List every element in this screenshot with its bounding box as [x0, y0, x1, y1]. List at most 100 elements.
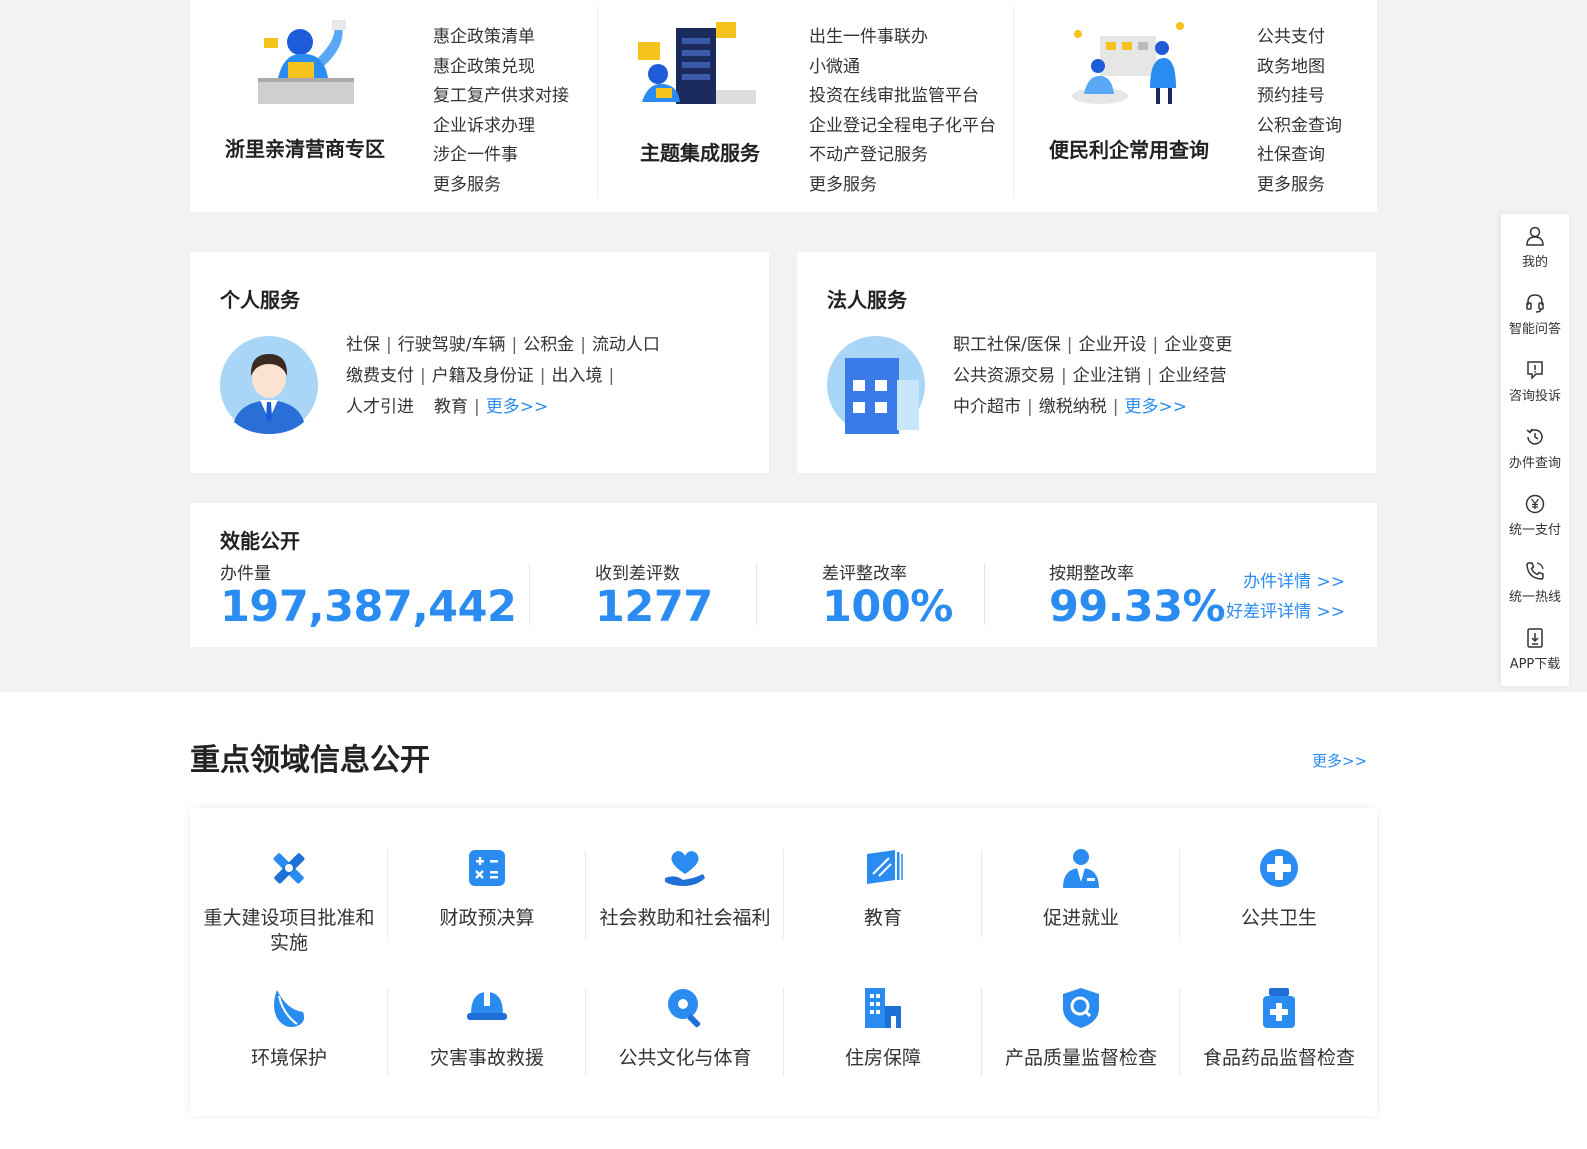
service-link[interactable]: 社保 — [346, 335, 380, 355]
personal-more-link[interactable]: 更多>> — [486, 397, 549, 417]
service-link[interactable]: 投资在线审批监管平台 — [809, 82, 996, 112]
float-item-hotline[interactable]: 统一热线 — [1501, 549, 1569, 616]
service-link[interactable]: 流动人口 — [592, 335, 660, 355]
key-item-construction[interactable]: 重大建设项目批准和实施 — [190, 846, 388, 956]
float-item-label: 统一支付 — [1508, 523, 1561, 538]
service-link[interactable]: 户籍及身份证 — [432, 366, 534, 386]
performance-card: 效能公开 办件量 197,387,442 收到差评数 1277 差评整改率 10… — [190, 503, 1377, 647]
key-item-food-drug[interactable]: 食品药品监督检查 — [1180, 986, 1378, 1071]
service-link[interactable]: 企业登记全程电子化平台 — [809, 112, 996, 142]
float-item-complaint[interactable]: 咨询投诉 — [1501, 348, 1569, 415]
service-link[interactable]: 公共支付 — [1257, 23, 1342, 53]
key-item-housing[interactable]: 住房保障 — [784, 986, 982, 1071]
top-services-card: 浙里亲清营商专区 惠企政策清单 惠企政策兑现 复工复产供求对接 企业诉求办理 涉… — [190, 0, 1377, 212]
service-link[interactable]: 人才引进 — [346, 397, 414, 417]
business-illustration-icon — [258, 20, 354, 104]
service-title[interactable]: 便民利企常用查询 — [1049, 134, 1209, 163]
service-link[interactable]: 更多服务 — [433, 171, 569, 201]
divider — [984, 563, 985, 625]
float-item-mine[interactable]: 我的 — [1501, 214, 1569, 281]
phone-icon — [1526, 562, 1544, 580]
service-link[interactable]: 小微通 — [809, 53, 996, 83]
key-item-welfare[interactable]: 社会救助和社会福利 — [586, 846, 784, 931]
service-link[interactable]: 更多服务 — [809, 171, 996, 201]
key-item-label: 公共卫生 — [1240, 907, 1317, 929]
stat-value: 197,387,442 — [220, 582, 517, 632]
personal-service-links: 社保 | 行驶驾驶/车辆 | 公积金 | 流动人口 缴费支付 | 户籍及身份证 | 出入境 | 人才引… — [346, 335, 660, 417]
service-link[interactable]: 涉企一件事 — [433, 141, 569, 171]
service-link[interactable]: 公积金 — [523, 335, 574, 355]
service-link[interactable]: 预约挂号 — [1257, 82, 1342, 112]
float-item-case-query[interactable]: 办件查询 — [1501, 415, 1569, 482]
float-item-app-download[interactable]: APP下载 — [1501, 616, 1569, 683]
key-item-education[interactable]: 教育 — [784, 846, 982, 931]
medicine-bottle-icon — [1263, 988, 1295, 1028]
key-item-label: 灾害事故救援 — [429, 1047, 544, 1069]
service-link[interactable]: 教育 — [434, 397, 468, 417]
service-links: 惠企政策清单 惠企政策兑现 复工复产供求对接 企业诉求办理 涉企一件事 更多服务 — [433, 23, 569, 201]
key-item-public-health[interactable]: 公共卫生 — [1180, 846, 1378, 931]
float-item-qa[interactable]: 智能问答 — [1501, 281, 1569, 348]
service-link[interactable]: 缴税纳税 — [1039, 397, 1107, 417]
service-link[interactable]: 中介超市 — [953, 397, 1021, 417]
key-item-environment[interactable]: 环境保护 — [190, 986, 388, 1071]
stat-rectify-rate: 差评整改率 100% — [822, 559, 953, 630]
service-link[interactable]: 企业变更 — [1164, 335, 1232, 355]
construction-icon — [273, 853, 305, 884]
service-link[interactable]: 惠企政策兑现 — [433, 53, 569, 83]
service-link[interactable]: 社保查询 — [1257, 141, 1342, 171]
service-link[interactable]: 出入境 — [551, 366, 602, 386]
legal-service-links: 职工社保/医保 | 企业开设 | 企业变更 公共资源交易 | 企业注销 | 企业经营 中介超市 |… — [953, 335, 1233, 417]
service-link[interactable]: 公共资源交易 — [953, 366, 1055, 386]
service-link[interactable]: 公积金查询 — [1257, 112, 1342, 142]
service-title[interactable]: 浙里亲清营商专区 — [225, 133, 385, 162]
key-item-label: 公共文化与体育 — [618, 1047, 752, 1069]
theme-illustration-icon — [638, 22, 756, 104]
service-link[interactable]: 企业注销 — [1073, 366, 1141, 386]
key-item-quality[interactable]: 产品质量监督检查 — [982, 986, 1180, 1071]
service-link[interactable]: 政务地图 — [1257, 53, 1342, 83]
key-item-employment[interactable]: 促进就业 — [982, 846, 1180, 931]
case-detail-link[interactable]: 办件详情 >> — [1243, 567, 1345, 592]
key-item-culture[interactable]: 公共文化与体育 — [586, 986, 784, 1071]
medical-cross-icon — [1260, 849, 1298, 887]
float-item-label: 办件查询 — [1508, 456, 1561, 471]
service-link[interactable]: 企业开设 — [1078, 335, 1146, 355]
key-item-disaster[interactable]: 灾害事故救援 — [388, 986, 586, 1071]
review-detail-link[interactable]: 好差评详情 >> — [1226, 597, 1345, 622]
divider — [529, 563, 530, 625]
float-item-payment[interactable]: 统一支付 — [1501, 482, 1569, 549]
key-item-label: 社会救助和社会福利 — [599, 907, 771, 929]
service-title[interactable]: 主题集成服务 — [640, 137, 760, 166]
key-item-budget[interactable]: 财政预决算 — [388, 846, 586, 931]
key-item-label: 教育 — [863, 907, 902, 929]
pingpong-icon — [668, 989, 701, 1028]
service-link[interactable]: 行驶驾驶/车辆 — [398, 335, 506, 355]
stat-case-volume: 办件量 197,387,442 — [220, 559, 517, 632]
theme-service-section: 主题集成服务 出生一件事联办 小微通 投资在线审批监管平台 企业登记全程电子化平… — [598, 0, 1014, 212]
service-link[interactable]: 惠企政策清单 — [433, 23, 569, 53]
common-query-section: 便民利企常用查询 公共支付 政务地图 预约挂号 公积金查询 社保查询 更多服务 — [1014, 0, 1377, 212]
business-zone-section: 浙里亲清营商专区 惠企政策清单 惠企政策兑现 复工复产供求对接 企业诉求办理 涉… — [190, 0, 598, 212]
service-links: 公共支付 政务地图 预约挂号 公积金查询 社保查询 更多服务 — [1257, 23, 1342, 201]
float-item-label: 统一热线 — [1508, 590, 1561, 605]
service-link[interactable]: 企业诉求办理 — [433, 112, 569, 142]
calculator-icon — [469, 850, 505, 886]
person-avatar-icon — [220, 336, 318, 434]
service-link[interactable]: 更多服务 — [1257, 171, 1342, 201]
service-link[interactable]: 缴费支付 — [346, 366, 414, 386]
float-item-label: 咨询投诉 — [1508, 389, 1561, 404]
stat-label: 差评整改率 — [822, 564, 907, 584]
service-link[interactable]: 复工复产供求对接 — [433, 82, 569, 112]
key-info-title: 重点领域信息公开 — [190, 743, 430, 778]
service-link[interactable]: 不动产登记服务 — [809, 141, 996, 171]
key-info-more-link[interactable]: 更多>> — [1312, 750, 1367, 771]
service-link[interactable]: 出生一件事联办 — [809, 23, 996, 53]
headset-icon — [1526, 294, 1544, 313]
service-link[interactable]: 企业经营 — [1158, 366, 1226, 386]
legal-more-link[interactable]: 更多>> — [1124, 397, 1187, 417]
key-item-label: 食品药品监督检查 — [1202, 1047, 1355, 1069]
service-link[interactable]: 职工社保/医保 — [953, 335, 1061, 355]
key-item-label: 财政预决算 — [439, 907, 535, 929]
book-icon — [867, 850, 903, 884]
